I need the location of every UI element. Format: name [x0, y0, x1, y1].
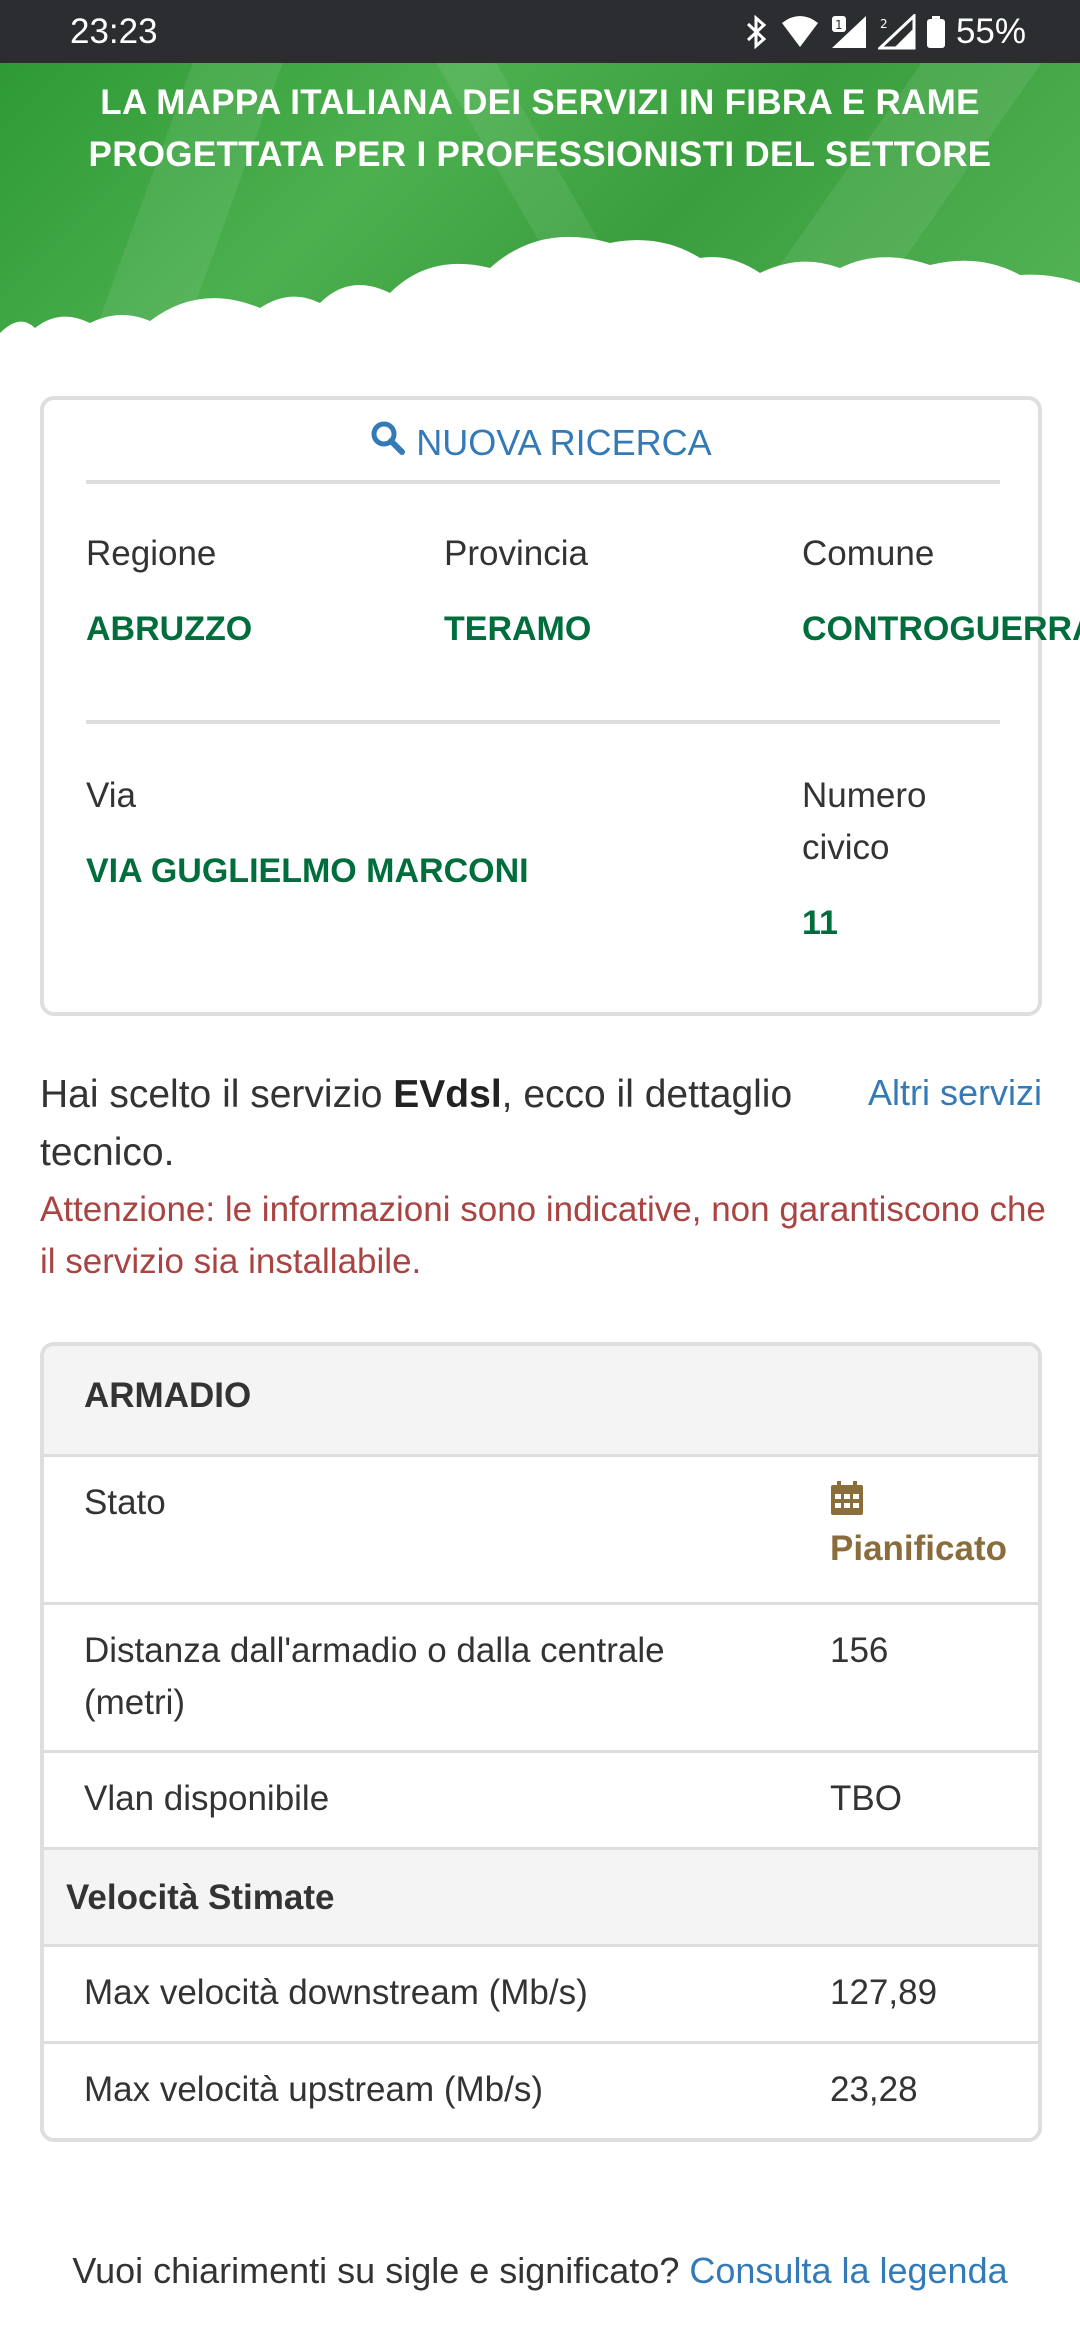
legend-question: Vuoi chiarimenti su sigle e significato?	[72, 2250, 690, 2291]
cabinet-details-table: ARMADIO Stato Pianificato Distanza dall'…	[40, 1342, 1042, 2142]
planned-status: Pianificato	[830, 1529, 1007, 1568]
row-label: Max velocità upstream (Mb/s)	[84, 2070, 544, 2109]
status-bar: 23:23 1 2 55%	[0, 0, 1080, 63]
cloud-divider	[0, 236, 1080, 353]
new-search-button[interactable]: NUOVA RICERCA	[44, 420, 1038, 465]
legend-footer: Vuoi chiarimenti su sigle e significato?…	[0, 2250, 1080, 2292]
civico-value: 11	[802, 904, 838, 942]
regione-label: Regione	[86, 534, 217, 573]
bluetooth-icon	[744, 14, 770, 49]
provincia-label: Provincia	[444, 534, 588, 573]
hero-title: LA MAPPA ITALIANA DEI SERVIZI IN FIBRA E…	[0, 77, 1080, 181]
civico-label-line2: civico	[802, 828, 890, 867]
service-name: EVdsl	[393, 1073, 502, 1116]
row-value: 23,28	[830, 2070, 918, 2109]
hero-banner: LA MAPPA ITALIANA DEI SERVIZI IN FIBRA E…	[0, 63, 1080, 353]
svg-text:2: 2	[880, 17, 888, 31]
hero-title-line2: PROGETTATA PER I PROFESSIONISTI DEL SETT…	[88, 135, 992, 174]
row-value: 127,89	[830, 1973, 938, 2012]
speed-heading: Velocità Stimate	[66, 1878, 335, 1917]
row-value: TBO	[830, 1779, 902, 1818]
via-value: VIA GUGLIELMO MARCONI	[86, 852, 529, 890]
warning-message: Attenzione: le informazioni sono indicat…	[40, 1190, 1046, 1281]
table-row: Max velocità downstream (Mb/s) 127,89	[44, 1944, 1038, 2041]
civico-label-line1: Numero	[802, 776, 927, 815]
search-summary-card: NUOVA RICERCA Regione ABRUZZO Provincia …	[40, 396, 1080, 1016]
civico-label: Numero civico	[802, 770, 926, 874]
calendar-icon	[830, 1479, 1007, 1523]
status-icons: 1 2 55%	[744, 12, 1026, 52]
row-label: Vlan disponibile	[84, 1779, 330, 1818]
signal-sim2-icon: 2	[877, 13, 916, 50]
service-intro: Hai scelto il servizio EVdsl, ecco il de…	[40, 1066, 800, 1182]
service-intro-text: Hai scelto il servizio	[40, 1073, 394, 1116]
new-search-label: NUOVA RICERCA	[416, 421, 712, 463]
wifi-icon	[780, 15, 820, 49]
table-section-header: ARMADIO	[44, 1346, 1038, 1454]
divider	[86, 480, 1000, 484]
table-subheader: Velocità Stimate	[44, 1847, 1038, 1944]
row-label: Max velocità downstream (Mb/s)	[84, 1973, 588, 2012]
provincia-value: TERAMO	[444, 610, 592, 648]
table-row: Distanza dall'armadio o dalla centrale (…	[44, 1602, 1038, 1750]
table-row: Vlan disponibile TBO	[44, 1750, 1038, 1847]
comune-label: Comune	[802, 534, 935, 573]
section-title: ARMADIO	[84, 1376, 252, 1415]
row-label: Stato	[84, 1483, 166, 1522]
comune-value: CONTROGUERRA	[802, 610, 1080, 648]
table-row: Max velocità upstream (Mb/s) 23,28	[44, 2041, 1038, 2138]
battery-percent: 55%	[955, 11, 1026, 51]
battery-icon	[926, 15, 946, 49]
divider	[86, 720, 1000, 724]
search-icon	[370, 420, 406, 465]
row-label: Distanza dall'armadio o dalla centrale (…	[84, 1631, 665, 1722]
via-label: Via	[86, 776, 136, 815]
regione-value: ABRUZZO	[86, 610, 253, 648]
row-value: 156	[830, 1631, 889, 1670]
signal-sim1-icon: 1	[830, 14, 868, 50]
svg-text:1: 1	[835, 18, 843, 32]
table-row: Stato Pianificato	[44, 1454, 1038, 1602]
status-value: Pianificato	[830, 1479, 1007, 1575]
other-services-link[interactable]: Altri servizi	[868, 1072, 1042, 1114]
status-time: 23:23	[70, 11, 158, 51]
legend-link[interactable]: Consulta la legenda	[689, 2250, 1007, 2291]
hero-title-line1: LA MAPPA ITALIANA DEI SERVIZI IN FIBRA E…	[100, 83, 980, 122]
